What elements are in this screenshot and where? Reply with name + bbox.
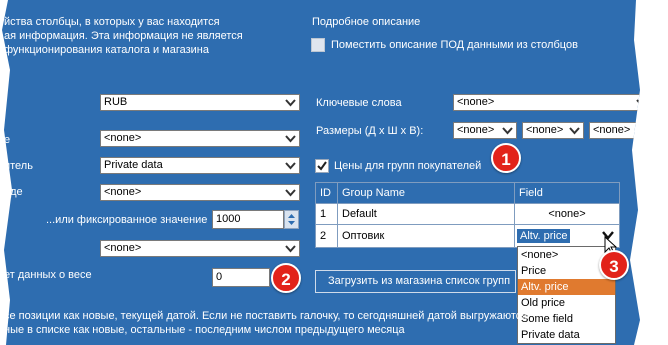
chevron-down-icon	[636, 99, 640, 107]
row3-select[interactable]: Private data	[100, 157, 300, 174]
chevron-down-icon	[285, 135, 296, 143]
size1-value: <none>	[457, 124, 495, 136]
chevron-down-icon	[285, 245, 296, 253]
row-group-name: Оптовик	[337, 224, 515, 248]
annotation-badge-3: 3	[599, 250, 629, 280]
weight-label: ет данных о весе	[4, 269, 92, 281]
fixed-value-label: ...или фиксированное значение	[46, 214, 208, 226]
row-id: 1	[315, 203, 338, 225]
row-group-name: Default	[337, 203, 515, 225]
keywords-label: Ключевые слова	[316, 97, 402, 109]
weight-input[interactable]: 0	[212, 268, 270, 287]
dropdown-option[interactable]: Old price	[518, 295, 615, 311]
description-below-label: Поместить описание ПОД данными из столбц…	[331, 39, 578, 51]
footer-line-2: ные в списке как новые, остальные - посл…	[4, 324, 405, 336]
spinner-arrows-icon	[288, 214, 295, 225]
row-field[interactable]: <none>	[514, 203, 620, 225]
row3-value: Private data	[104, 159, 163, 171]
settings-panel: йства столбцы, в которых у вас находится…	[2, 0, 640, 345]
keywords-select[interactable]: <none>	[453, 94, 640, 111]
chevron-down-icon	[285, 99, 296, 107]
sizes-label: Размеры (Д х Ш х В):	[316, 125, 424, 137]
group-prices-label: Цены для групп покупателей	[334, 160, 482, 172]
dropdown-option[interactable]: Private data	[518, 327, 615, 343]
group-prices-checkbox[interactable]	[315, 159, 329, 173]
table-header-row: ID Group Name Field	[315, 182, 620, 204]
row4-value: <none>	[104, 186, 142, 198]
fixed-value-input[interactable]: 1000	[212, 210, 284, 229]
detail-title: Подробное описание	[312, 16, 421, 28]
row6-select[interactable]: <none>	[100, 240, 300, 257]
annotation-badge-2: 2	[271, 263, 301, 293]
size-width-select[interactable]: <none>	[522, 122, 584, 139]
checkmark-icon	[317, 161, 327, 171]
row-field-value: Altv. price	[517, 229, 571, 243]
row3-label: итель	[4, 160, 33, 172]
table-row[interactable]: 2 Оптовик Altv. price	[315, 224, 620, 248]
dropdown-option-selected[interactable]: Altv. price	[518, 279, 615, 295]
chevron-down-icon	[569, 127, 580, 135]
load-groups-button[interactable]: Загрузить из магазина список групп	[315, 270, 516, 293]
currency-value: RUB	[104, 96, 128, 108]
description-below-checkbox[interactable]	[311, 38, 325, 52]
row2-label: е	[4, 134, 11, 146]
currency-select[interactable]: RUB	[100, 94, 300, 111]
size-length-select[interactable]: <none>	[453, 122, 517, 139]
size-height-select[interactable]: <none>	[589, 122, 640, 139]
row4-label: аде	[4, 186, 23, 198]
annotation-badge-1: 1	[491, 143, 521, 173]
fixed-value-spinner[interactable]	[284, 210, 299, 229]
chevron-down-icon	[636, 127, 640, 135]
intro-line-1: йства столбцы, в которых у вас находится	[4, 16, 220, 28]
intro-line-2: ая информация. Эта информация не являетс…	[4, 30, 243, 42]
intro-line-3: функционирования каталога и магазина	[4, 44, 209, 56]
size3-value: <none>	[593, 124, 631, 136]
chevron-down-icon	[502, 127, 513, 135]
group-prices-table: ID Group Name Field 1 Default <none> 2 О…	[315, 182, 620, 248]
row2-value: <none>	[104, 132, 142, 144]
dropdown-option[interactable]: Some field	[518, 311, 615, 327]
col-group-name-header: Group Name	[337, 182, 515, 204]
chevron-down-icon	[285, 162, 296, 170]
size2-value: <none>	[526, 124, 564, 136]
col-field-header: Field	[514, 182, 620, 204]
keywords-value: <none>	[457, 96, 495, 108]
row2-select[interactable]: <none>	[100, 130, 300, 147]
fixed-value: 1000	[216, 213, 241, 225]
col-id-header: ID	[315, 182, 338, 204]
table-row[interactable]: 1 Default <none>	[315, 203, 620, 225]
row6-value: <none>	[104, 242, 142, 254]
footer-line-1: се позиции как новые, текущей датой. Есл…	[4, 310, 528, 322]
row4-select[interactable]: <none>	[100, 184, 300, 201]
chevron-down-icon	[285, 189, 296, 197]
row-id: 2	[315, 224, 338, 248]
weight-value: 0	[216, 271, 223, 283]
